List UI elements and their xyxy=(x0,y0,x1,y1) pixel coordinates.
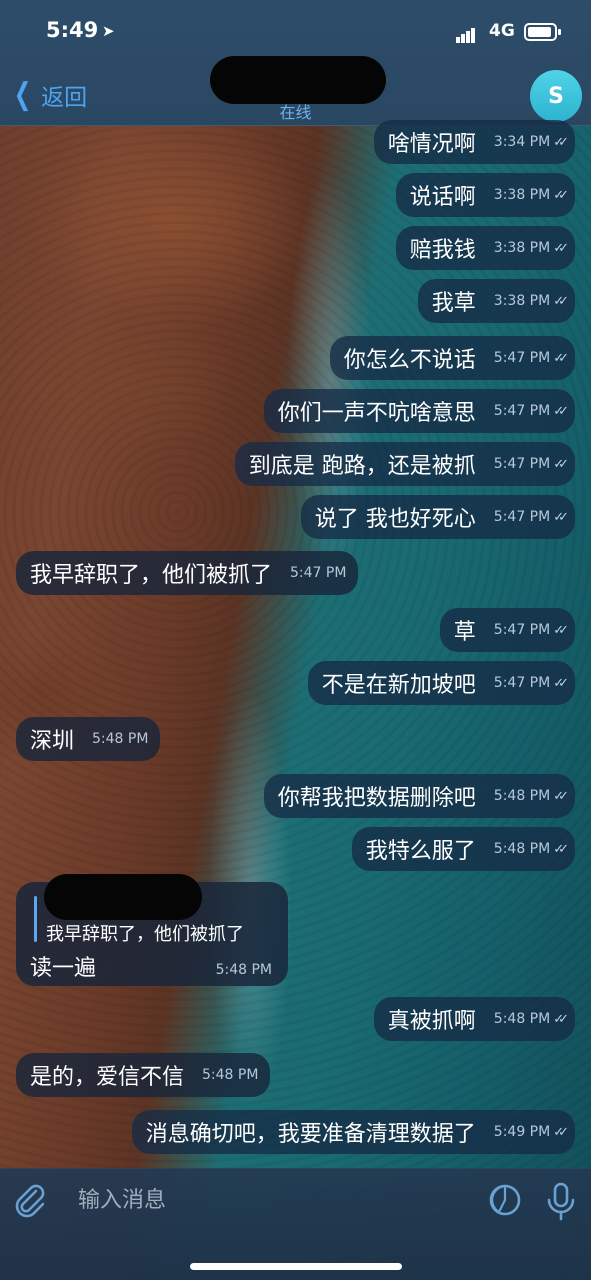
message-text: 说话啊 xyxy=(409,185,476,210)
outgoing-message[interactable]: 赔我钱 3:38 PM ✓✓ xyxy=(395,226,575,270)
read-receipt-icon: ✓✓ xyxy=(553,456,569,472)
incoming-message[interactable]: 是的，爱信不信 5:48 PM xyxy=(16,1053,271,1097)
outgoing-message[interactable]: 草 5:47 PM ✓✓ xyxy=(439,608,575,652)
message-text: 深圳 xyxy=(30,729,75,754)
message-text: 我早辞职了，他们被抓了 xyxy=(30,563,273,588)
message-time: 5:47 PM xyxy=(493,509,551,525)
quoted-text[interactable]: 我早辞职了，他们被抓了 xyxy=(46,920,244,946)
read-receipt-icon: ✓✓ xyxy=(553,134,569,150)
incoming-reply-message[interactable]: 我早辞职了，他们被抓了 读一遍 5:48 PM xyxy=(16,874,288,986)
message-text: 啥情况啊 xyxy=(387,132,476,157)
message-time: 5:47 PM xyxy=(493,675,551,691)
status-time: 5:49 xyxy=(46,18,99,42)
message-time: 3:38 PM xyxy=(493,187,551,203)
outgoing-message[interactable]: 说话啊 3:38 PM ✓✓ xyxy=(395,173,575,217)
message-text: 你们一声不吭啥意思 xyxy=(277,401,476,426)
home-indicator[interactable] xyxy=(190,1263,402,1270)
sticker-icon[interactable] xyxy=(488,1183,522,1217)
paperclip-icon[interactable] xyxy=(10,1181,50,1221)
outgoing-message[interactable]: 我草 3:38 PM ✓✓ xyxy=(417,279,575,323)
network-type: 4G xyxy=(489,21,515,41)
message-text: 不是在新加坡吧 xyxy=(321,673,476,698)
message-text: 真被抓啊 xyxy=(387,1009,476,1034)
message-time: 5:47 PM xyxy=(493,403,551,419)
outgoing-message[interactable]: 我特么服了 5:48 PM ✓✓ xyxy=(351,827,575,871)
message-text: 是的，爱信不信 xyxy=(30,1065,185,1090)
avatar-letter: S xyxy=(548,83,564,109)
message-text: 到底是 跑路，还是被抓 xyxy=(248,454,476,479)
outgoing-message[interactable]: 你帮我把数据删除吧 5:48 PM ✓✓ xyxy=(263,774,575,818)
message-time: 5:49 PM xyxy=(493,1124,551,1140)
message-time: 5:47 PM xyxy=(493,622,551,638)
outgoing-message[interactable]: 不是在新加坡吧 5:47 PM ✓✓ xyxy=(307,661,575,705)
outgoing-message[interactable]: 说了 我也好死心 5:47 PM ✓✓ xyxy=(300,495,575,539)
read-receipt-icon: ✓✓ xyxy=(553,403,569,419)
quote-bar xyxy=(34,896,37,942)
message-text: 我特么服了 xyxy=(365,839,476,864)
message-time: 5:48 PM xyxy=(493,788,551,804)
quote-author-redacted xyxy=(44,874,202,920)
message-time: 5:48 PM xyxy=(493,1011,551,1027)
message-composer xyxy=(0,1168,591,1280)
location-arrow-icon: ➤ xyxy=(102,22,115,40)
outgoing-message[interactable]: 真被抓啊 5:48 PM ✓✓ xyxy=(373,997,575,1041)
read-receipt-icon: ✓✓ xyxy=(553,240,569,256)
outgoing-message[interactable]: 消息确切吧，我要准备清理数据了 5:49 PM ✓✓ xyxy=(131,1110,575,1154)
message-text: 消息确切吧，我要准备清理数据了 xyxy=(145,1122,476,1147)
read-receipt-icon: ✓✓ xyxy=(553,675,569,691)
message-text: 你帮我把数据删除吧 xyxy=(277,786,476,811)
message-text: 赔我钱 xyxy=(409,238,476,263)
message-text: 你怎么不说话 xyxy=(343,348,476,373)
chat-header: 5:49 ➤ 4G ❮ 返回 在线 S xyxy=(0,0,591,126)
microphone-icon[interactable] xyxy=(544,1181,578,1221)
message-input[interactable] xyxy=(62,1179,452,1221)
read-receipt-icon: ✓✓ xyxy=(553,350,569,366)
read-receipt-icon: ✓✓ xyxy=(553,187,569,203)
message-time: 5:47 PM xyxy=(290,565,347,581)
message-time: 5:47 PM xyxy=(493,456,551,472)
outgoing-message[interactable]: 你怎么不说话 5:47 PM ✓✓ xyxy=(329,336,575,380)
message-time: 5:48 PM xyxy=(202,1067,259,1083)
read-receipt-icon: ✓✓ xyxy=(553,293,569,309)
message-time: 5:48 PM xyxy=(215,962,272,978)
message-text: 草 xyxy=(453,620,476,645)
message-time: 3:38 PM xyxy=(493,240,551,256)
battery-icon xyxy=(524,23,561,41)
signal-icon xyxy=(456,24,476,43)
message-time: 5:48 PM xyxy=(493,841,551,857)
read-receipt-icon: ✓✓ xyxy=(553,509,569,525)
message-time: 3:38 PM xyxy=(493,293,551,309)
read-receipt-icon: ✓✓ xyxy=(553,1011,569,1027)
message-time: 3:34 PM xyxy=(493,134,551,150)
outgoing-message[interactable]: 啥情况啊 3:34 PM ✓✓ xyxy=(373,120,575,164)
read-receipt-icon: ✓✓ xyxy=(553,788,569,804)
avatar[interactable]: S xyxy=(530,70,582,122)
message-text: 说了 我也好死心 xyxy=(314,507,476,532)
contact-name-redacted[interactable] xyxy=(210,56,386,104)
read-receipt-icon: ✓✓ xyxy=(553,1124,569,1140)
outgoing-message[interactable]: 到底是 跑路，还是被抓 5:47 PM ✓✓ xyxy=(234,442,575,486)
message-text: 我草 xyxy=(431,291,476,316)
read-receipt-icon: ✓✓ xyxy=(553,841,569,857)
message-time: 5:48 PM xyxy=(92,731,149,747)
incoming-message[interactable]: 我早辞职了，他们被抓了 5:47 PM xyxy=(16,551,359,595)
message-time: 5:47 PM xyxy=(493,350,551,366)
read-receipt-icon: ✓✓ xyxy=(553,622,569,638)
outgoing-message[interactable]: 你们一声不吭啥意思 5:47 PM ✓✓ xyxy=(263,389,575,433)
message-text: 读一遍 xyxy=(30,956,97,981)
incoming-message[interactable]: 深圳 5:48 PM xyxy=(16,717,161,761)
